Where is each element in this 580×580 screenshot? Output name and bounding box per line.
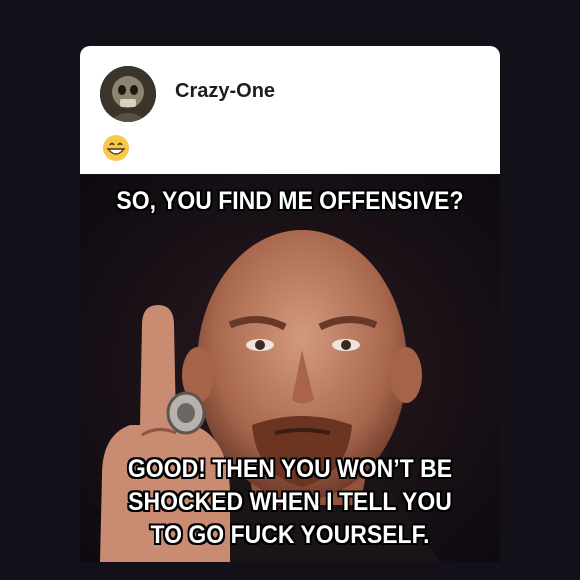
meme-bottom-caption: GOOD! THEN YOU WON’T BE SHOCKED WHEN I T… [97, 453, 483, 552]
avatar-skull-icon [100, 66, 156, 122]
post-card: Crazy-One [80, 46, 500, 174]
meme-caption-line: SHOCKED WHEN I TELL YOU [128, 488, 452, 516]
meme-top-caption: SO, YOU FIND ME OFFENSIVE? [116, 187, 464, 215]
avatar[interactable] [100, 66, 156, 122]
grinning-face-icon [103, 135, 129, 161]
author-name[interactable]: Crazy-One [175, 80, 275, 103]
meme-caption-line: TO GO FUCK YOURSELF. [150, 521, 430, 549]
meme-caption-line: GOOD! THEN YOU WON’T BE [127, 455, 453, 483]
meme-image[interactable]: SO, YOU FIND ME OFFENSIVE? GOOD! THEN YO… [80, 175, 500, 562]
